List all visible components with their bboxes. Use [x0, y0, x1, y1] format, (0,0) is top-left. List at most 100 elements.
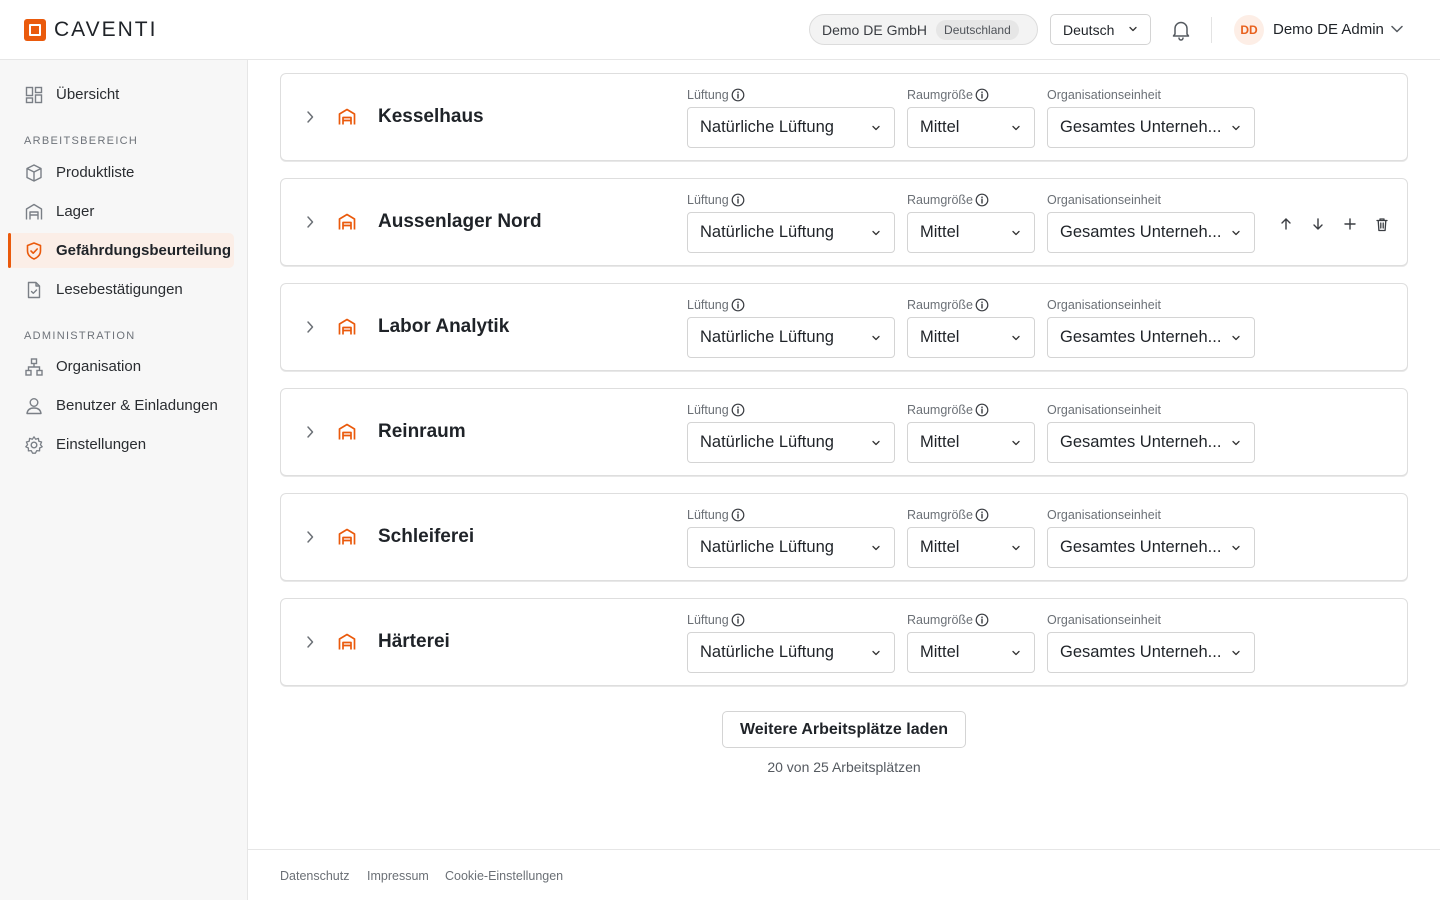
user-name[interactable]: Demo DE Admin	[1273, 21, 1384, 38]
room-size-select[interactable]: Mittel	[907, 212, 1035, 253]
sidebar-item-gefaehrdungsbeurteilung[interactable]: Gefährdungsbeurteilung	[8, 233, 234, 268]
sidebar-item-lager[interactable]: Lager	[8, 194, 234, 229]
org-unit-label: Organisationseinheit	[1047, 298, 1161, 312]
room-size-value: Mittel	[920, 433, 960, 451]
room-size-value: Mittel	[920, 643, 960, 661]
org-unit-select[interactable]: Gesamtes Unterneh...	[1047, 422, 1255, 463]
info-icon[interactable]	[975, 613, 989, 627]
gear-icon	[25, 436, 43, 454]
ventilation-select[interactable]: Natürliche Lüftung	[687, 632, 895, 673]
ventilation-select[interactable]: Natürliche Lüftung	[687, 317, 895, 358]
move-down-button[interactable]	[1302, 213, 1334, 235]
delete-button[interactable]	[1366, 213, 1398, 235]
org-unit-select[interactable]: Gesamtes Unterneh...	[1047, 317, 1255, 358]
chevron-down-icon	[1012, 440, 1020, 446]
load-more-button[interactable]: Weitere Arbeitsplätze laden	[722, 711, 966, 748]
info-icon[interactable]	[975, 403, 989, 417]
info-icon[interactable]	[731, 508, 745, 522]
sidebar-item-lesebestaetigungen[interactable]: Lesebestätigungen	[8, 272, 234, 307]
ventilation-value: Natürliche Lüftung	[700, 118, 834, 136]
move-up-button[interactable]	[1270, 213, 1302, 235]
sidebar: Übersicht ARBEITSBEREICH Produktliste La…	[0, 60, 248, 900]
footer-link-privacy[interactable]: Datenschutz	[280, 869, 349, 883]
info-icon[interactable]	[731, 298, 745, 312]
organization-country-badge: Deutschland	[936, 19, 1019, 40]
info-icon[interactable]	[975, 193, 989, 207]
org-unit-value: Gesamtes Unterneh...	[1060, 118, 1222, 136]
chevron-right-icon[interactable]	[305, 109, 315, 125]
sidebar-item-label: Lesebestätigungen	[56, 281, 183, 298]
language-value: Deutsch	[1063, 21, 1115, 38]
avatar[interactable]: DD	[1234, 15, 1264, 45]
document-check-icon	[27, 281, 41, 299]
organization-switcher[interactable]: Demo DE GmbH Deutschland	[809, 14, 1038, 45]
brand-logo[interactable]: CAVENTI	[24, 18, 157, 42]
org-unit-select[interactable]: Gesamtes Unterneh...	[1047, 527, 1255, 568]
info-icon[interactable]	[731, 88, 745, 102]
room-size-label-text: Raumgröße	[907, 508, 973, 522]
chevron-right-icon[interactable]	[305, 634, 315, 650]
ventilation-label: Lüftung	[687, 508, 745, 522]
ventilation-select[interactable]: Natürliche Lüftung	[687, 422, 895, 463]
ventilation-select[interactable]: Natürliche Lüftung	[687, 212, 895, 253]
workplace-card: Kesselhaus Lüftung Natürliche Lüftung Raumg…	[280, 73, 1408, 161]
org-unit-select[interactable]: Gesamtes Unterneh...	[1047, 212, 1255, 253]
ventilation-label-text: Lüftung	[687, 88, 729, 102]
sidebar-item-benutzer[interactable]: Benutzer & Einladungen	[8, 388, 234, 423]
sidebar-item-label: Benutzer & Einladungen	[56, 397, 218, 414]
ventilation-value: Natürliche Lüftung	[700, 223, 834, 241]
warehouse-icon	[338, 108, 356, 125]
room-size-select[interactable]: Mittel	[907, 632, 1035, 673]
org-unit-select[interactable]: Gesamtes Unterneh...	[1047, 107, 1255, 148]
chevron-down-icon[interactable]	[1390, 24, 1404, 34]
footer-link-imprint[interactable]: Impressum	[367, 869, 429, 883]
room-size-value: Mittel	[920, 328, 960, 346]
info-icon[interactable]	[975, 508, 989, 522]
chevron-down-icon	[1232, 125, 1240, 131]
room-size-select[interactable]: Mittel	[907, 422, 1035, 463]
workplace-name: Labor Analytik	[378, 316, 510, 337]
chevron-right-icon[interactable]	[305, 424, 315, 440]
room-size-select[interactable]: Mittel	[907, 317, 1035, 358]
arrow-down-icon	[1313, 218, 1323, 230]
workplace-card: Reinraum Lüftung Natürliche Lüftung Raumgrö…	[280, 388, 1408, 476]
bell-icon[interactable]	[1171, 19, 1191, 41]
room-size-label: Raumgröße	[907, 403, 989, 417]
logo-mark-icon	[24, 19, 46, 41]
room-size-value: Mittel	[920, 538, 960, 556]
sidebar-item-label: Übersicht	[56, 86, 120, 103]
chevron-right-icon[interactable]	[305, 319, 315, 335]
room-size-label-text: Raumgröße	[907, 193, 973, 207]
footer-link-cookies[interactable]: Cookie-Einstellungen	[445, 869, 563, 883]
add-button[interactable]	[1334, 213, 1366, 235]
info-icon[interactable]	[731, 193, 745, 207]
room-size-label: Raumgröße	[907, 508, 989, 522]
room-size-select[interactable]: Mittel	[907, 107, 1035, 148]
ventilation-select[interactable]: Natürliche Lüftung	[687, 527, 895, 568]
room-size-label-text: Raumgröße	[907, 88, 973, 102]
info-icon[interactable]	[975, 88, 989, 102]
sidebar-item-label: Einstellungen	[56, 436, 147, 453]
chevron-down-icon	[1012, 545, 1020, 551]
room-size-select[interactable]: Mittel	[907, 527, 1035, 568]
main-content: Kesselhaus Lüftung Natürliche Lüftung Raumg…	[248, 60, 1440, 900]
org-unit-select[interactable]: Gesamtes Unterneh...	[1047, 632, 1255, 673]
info-icon[interactable]	[731, 613, 745, 627]
sidebar-item-label: Organisation	[56, 358, 142, 375]
sidebar-item-overview[interactable]: Übersicht	[8, 77, 234, 112]
warehouse-icon	[338, 423, 356, 440]
sidebar-item-organisation[interactable]: Organisation	[8, 349, 234, 384]
arrow-up-icon	[1281, 218, 1291, 230]
room-size-label: Raumgröße	[907, 88, 989, 102]
chevron-right-icon[interactable]	[305, 529, 315, 545]
language-select[interactable]: Deutsch	[1050, 14, 1151, 45]
ventilation-label: Lüftung	[687, 193, 745, 207]
warehouse-icon	[338, 633, 356, 650]
info-icon[interactable]	[731, 403, 745, 417]
sidebar-item-produktliste[interactable]: Produktliste	[8, 155, 234, 190]
info-icon[interactable]	[975, 298, 989, 312]
sidebar-item-einstellungen[interactable]: Einstellungen	[8, 427, 234, 462]
ventilation-select[interactable]: Natürliche Lüftung	[687, 107, 895, 148]
org-chart-icon	[25, 358, 43, 376]
chevron-right-icon[interactable]	[305, 214, 315, 230]
